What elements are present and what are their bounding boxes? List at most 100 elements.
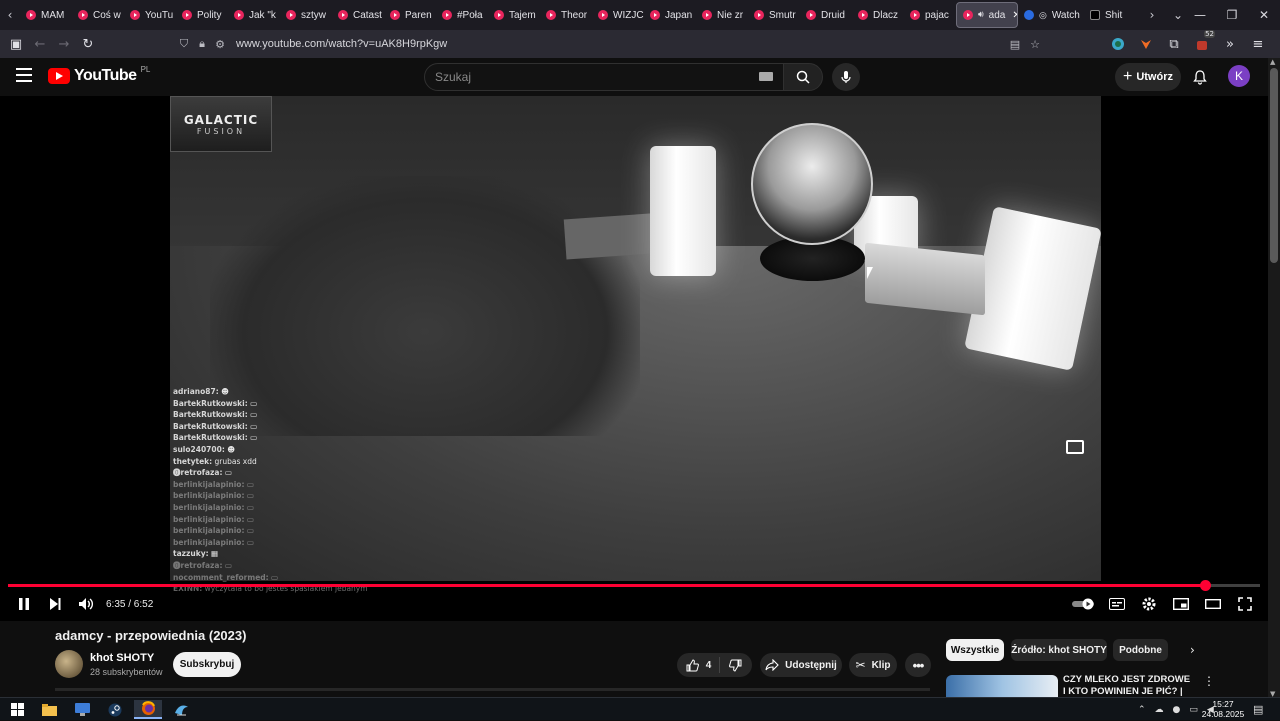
overflow-chevron-icon[interactable]: » (1218, 32, 1242, 56)
permissions-icon[interactable]: ⚙ (212, 36, 228, 52)
tabs-scroll-left-icon[interactable]: ‹ (0, 0, 20, 30)
browser-tab[interactable]: Japan (644, 2, 696, 28)
like-button[interactable]: 4 (678, 657, 721, 673)
bookmark-star-icon[interactable]: ☆ (1027, 36, 1043, 52)
scrollbar-thumb[interactable] (1270, 68, 1278, 263)
onedrive-cloud-icon[interactable]: ☁ (1155, 705, 1164, 715)
browser-tab[interactable]: YouTu (124, 2, 176, 28)
browser-tab[interactable]: Paren (384, 2, 436, 28)
browser-tab-strip: ‹ MAM Coś w YouTu Polity Jak "k sztyw Catast Pa… (0, 0, 1280, 30)
volume-button[interactable] (76, 594, 96, 614)
tray-overflow-chevron-icon[interactable]: ⌃ (1138, 705, 1146, 715)
app-menu-icon[interactable]: ≡ (1246, 32, 1270, 56)
browser-tab[interactable]: Shit (1084, 2, 1136, 28)
settings-button[interactable] (1139, 594, 1159, 614)
filter-chip[interactable]: Wszystkie (946, 639, 1004, 661)
next-button[interactable] (45, 594, 65, 614)
browser-tab[interactable]: MAM (20, 2, 72, 28)
search-button[interactable] (783, 63, 823, 91)
start-windows-icon[interactable] (3, 700, 31, 719)
browser-tab[interactable]: WIZJC (592, 2, 644, 28)
extensions-puzzle-icon[interactable]: ⧉ (1162, 32, 1186, 56)
browser-tab[interactable]: Nie zr (696, 2, 748, 28)
browser-tab[interactable]: Smutr (748, 2, 800, 28)
channel-avatar[interactable] (55, 650, 83, 678)
clip-button[interactable]: ✂ Klip (849, 653, 897, 677)
dislike-button[interactable] (720, 659, 751, 672)
recommended-video-title[interactable]: CZY MLEKO JEST ZDROWE I KTO POWINIEN JE … (1063, 674, 1193, 696)
autoplay-toggle[interactable] (1071, 594, 1097, 614)
reader-view-icon[interactable]: ▤ (1007, 36, 1023, 52)
create-button[interactable]: + Utwórz (1115, 63, 1181, 91)
file-explorer-icon[interactable] (35, 700, 63, 719)
video-player[interactable]: GALACTIC FUSION adriano87: ☻ BartekRutkow… (0, 96, 1268, 621)
extension-fox-icon[interactable] (1134, 32, 1158, 56)
browser-tab[interactable]: sztyw (280, 2, 332, 28)
youtube-favicon-icon (650, 10, 660, 20)
url-text[interactable]: www.youtube.com/watch?v=uAK8H9rpKgw (236, 38, 447, 50)
recommended-video-thumbnail[interactable] (946, 675, 1058, 697)
notifications-icon[interactable]: ▤ (1253, 698, 1263, 721)
pause-button[interactable] (14, 594, 34, 614)
guide-menu-icon[interactable] (16, 68, 32, 82)
keyboard-icon[interactable] (759, 72, 773, 81)
close-window-icon[interactable]: ✕ (1248, 0, 1280, 30)
microphone-tray-icon[interactable]: ● (1173, 705, 1181, 715)
sidebar-toggle-icon[interactable]: ▣ (4, 32, 28, 56)
browser-tab-active[interactable]: 🔊︎ada✕ (956, 2, 1018, 28)
channel-name[interactable]: khot SHOTY (90, 652, 154, 664)
progress-bar[interactable] (8, 580, 1260, 591)
wireshark-icon[interactable] (167, 700, 195, 719)
chat-username: nocomment_reformed: (173, 572, 269, 582)
scroll-up-icon[interactable]: ▲ (1270, 58, 1275, 66)
page-scrollbar[interactable]: ▲ ▼ (1268, 58, 1280, 698)
browser-tab[interactable]: Jak "k (228, 2, 280, 28)
plus-icon: + (1122, 68, 1133, 85)
browser-tab[interactable]: Polity (176, 2, 228, 28)
account-avatar[interactable]: K (1228, 65, 1250, 87)
chat-username: BartekRutkowski: (173, 398, 248, 408)
restore-icon[interactable]: ❐ (1216, 0, 1248, 30)
filter-chip[interactable]: Podobne (1113, 639, 1168, 661)
forward-icon[interactable]: → (52, 32, 76, 56)
back-icon[interactable]: ← (28, 32, 52, 56)
recommended-more-icon[interactable]: ⋮ (1203, 674, 1215, 688)
remote-desktop-icon[interactable] (68, 700, 96, 719)
browser-tab[interactable]: Druid (800, 2, 852, 28)
subscribe-button[interactable]: Subskrybuj (173, 652, 241, 677)
firefox-icon[interactable] (134, 700, 162, 719)
address-bar[interactable]: ⛉ 🔒︎ ⚙ www.youtube.com/watch?v=uAK8H9rpK… (176, 33, 1051, 55)
steam-icon[interactable] (101, 700, 129, 719)
browser-tab[interactable]: ◎ Watch (1018, 2, 1084, 28)
filter-chip[interactable]: Źródło: khot SHOTY (1011, 639, 1107, 661)
subtitles-button[interactable] (1107, 594, 1127, 614)
extension-shield-icon[interactable] (1106, 32, 1130, 56)
youtube-favicon-icon (598, 10, 608, 20)
notifications-bell-icon[interactable] (1190, 67, 1210, 87)
more-actions-button[interactable]: ••• (905, 653, 931, 677)
browser-tab[interactable]: Theor (540, 2, 592, 28)
reload-icon[interactable]: ↻ (76, 32, 100, 56)
miniplayer-button[interactable] (1171, 594, 1191, 614)
extension-badge-icon[interactable]: 52 (1190, 30, 1215, 56)
lock-icon[interactable]: 🔒︎ (194, 36, 210, 52)
theater-mode-button[interactable] (1203, 594, 1223, 614)
share-button[interactable]: Udostępnij (760, 653, 842, 677)
chips-next-icon[interactable]: › (1190, 643, 1195, 657)
taskbar-clock[interactable]: 15:27 24.08.2025 (1196, 699, 1250, 719)
tracking-shield-icon[interactable]: ⛉ (176, 36, 192, 52)
youtube-logo[interactable]: YouTube PL (48, 65, 150, 85)
tabs-scroll-right-icon[interactable]: › (1142, 0, 1162, 30)
voice-search-button[interactable] (832, 63, 860, 91)
speaker-playing-icon[interactable]: 🔊︎ (978, 10, 984, 20)
browser-tab[interactable]: Tajem (488, 2, 540, 28)
browser-tab[interactable]: #Poła (436, 2, 488, 28)
browser-tab[interactable]: pajac (904, 2, 956, 28)
minimize-icon[interactable]: — (1184, 0, 1216, 30)
fullscreen-button[interactable] (1235, 594, 1255, 614)
browser-tab[interactable]: Dlacz (852, 2, 904, 28)
browser-tab[interactable]: Coś w (72, 2, 124, 28)
browser-tab[interactable]: Catast (332, 2, 384, 28)
picture-in-picture-overlay-icon[interactable] (1066, 440, 1084, 454)
search-input[interactable]: Szukaj (424, 63, 784, 91)
